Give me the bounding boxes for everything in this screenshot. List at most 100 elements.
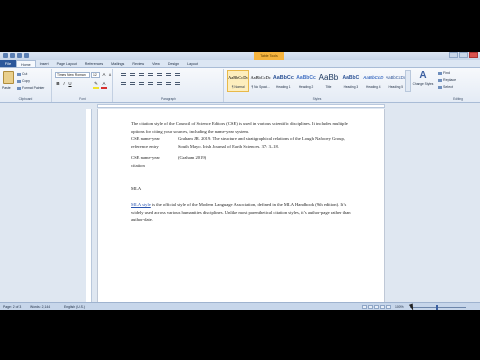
binoculars-icon xyxy=(438,71,442,75)
shrink-font-icon[interactable]: A xyxy=(107,72,113,78)
tab-page-layout[interactable]: Page Layout xyxy=(53,60,81,67)
group-label: Editing xyxy=(453,97,463,101)
select-icon xyxy=(438,85,442,89)
window-controls xyxy=(449,52,478,58)
ribbon: Paste Cut Copy Format Painter Clipboard … xyxy=(0,68,480,103)
style-heading-5[interactable]: AaBbCcDc Heading 5 xyxy=(385,70,407,92)
style-no-spacing[interactable]: AaBbCcDc ¶ No Spaci... xyxy=(249,70,271,92)
style-normal[interactable]: AaBbCcDc ¶ Normal xyxy=(227,70,250,92)
paste-icon[interactable] xyxy=(3,71,14,84)
outline-icon[interactable] xyxy=(380,305,385,309)
bullets-icon[interactable] xyxy=(120,72,127,78)
vertical-ruler xyxy=(86,109,92,310)
full-screen-icon[interactable] xyxy=(368,305,373,309)
mla-style-link[interactable]: MLA style xyxy=(131,202,151,207)
tab-review[interactable]: Review xyxy=(128,60,148,67)
undo-icon[interactable] xyxy=(17,53,22,58)
style-heading-1[interactable]: AaBbCc Heading 1 xyxy=(272,70,295,92)
styles-more-button[interactable] xyxy=(405,70,411,92)
font-name-combo[interactable]: Times New Roman xyxy=(55,72,90,78)
zoom-slider-thumb[interactable] xyxy=(436,304,438,310)
context-tab-table-tools: Table Tools xyxy=(254,52,284,60)
tab-view[interactable]: View xyxy=(148,60,164,67)
table-row: CSE name-year citation (Graham 2019) xyxy=(129,152,351,171)
minimize-button[interactable] xyxy=(449,52,458,58)
tab-home[interactable]: Home xyxy=(16,60,36,67)
font-group: Times New Roman 12 A A B I U ✎ A Font xyxy=(53,69,113,102)
group-label: Styles xyxy=(312,97,322,101)
document-page[interactable]: The citation style of the Council of Sci… xyxy=(97,109,385,310)
numbering-icon[interactable] xyxy=(129,72,136,78)
table-cell[interactable]: CSE name-year reference entry xyxy=(129,133,176,152)
web-layout-icon[interactable] xyxy=(374,305,379,309)
line-spacing-icon[interactable] xyxy=(156,81,163,87)
replace-button[interactable]: Replace xyxy=(438,78,456,82)
table-row: CSE name-year reference entry Graham JR.… xyxy=(129,133,351,152)
mla-paragraph[interactable]: MLA style is the official style of the M… xyxy=(131,201,351,224)
mla-heading[interactable]: MLA xyxy=(131,185,141,193)
cse-table[interactable]: CSE name-year reference entry Graham JR.… xyxy=(129,133,351,171)
group-label: Clipboard xyxy=(18,97,33,101)
tab-file[interactable]: File xyxy=(0,60,16,67)
multilevel-list-icon[interactable] xyxy=(138,72,145,78)
align-right-icon[interactable] xyxy=(138,81,145,87)
highlight-color-swatch xyxy=(93,87,99,89)
shading-icon[interactable] xyxy=(165,81,172,87)
cut-button[interactable]: Cut xyxy=(17,72,27,76)
replace-icon xyxy=(438,78,442,82)
copy-button[interactable]: Copy xyxy=(17,79,30,83)
paste-button[interactable]: Paste xyxy=(2,86,11,90)
zoom-level[interactable]: 100% xyxy=(395,305,404,309)
borders-icon[interactable] xyxy=(174,81,181,87)
table-cell[interactable]: (Graham 2019) xyxy=(176,152,351,171)
close-button[interactable] xyxy=(469,52,478,58)
table-cell[interactable]: CSE name-year citation xyxy=(129,152,176,171)
justify-icon[interactable] xyxy=(147,81,154,87)
group-label: Font xyxy=(79,97,86,101)
group-label: Paragraph xyxy=(161,97,176,101)
style-heading-2[interactable]: AaBbCc Heading 2 xyxy=(295,70,317,92)
tab-mailings[interactable]: Mailings xyxy=(107,60,128,67)
styles-gallery: AaBbCcDc ¶ Normal AaBbCcDc ¶ No Spaci...… xyxy=(227,70,407,94)
style-title[interactable]: AaBb Title xyxy=(317,70,339,92)
page-count[interactable]: Page: 2 of 3 xyxy=(3,305,21,309)
tab-design[interactable]: Design xyxy=(164,60,183,67)
tab-insert[interactable]: Insert xyxy=(36,60,53,67)
style-heading-3[interactable]: AaBbC Heading 3 xyxy=(340,70,362,92)
brush-icon xyxy=(17,86,21,90)
maximize-button[interactable] xyxy=(459,52,468,58)
zoom-slider[interactable] xyxy=(410,306,466,308)
status-bar: Page: 2 of 3 Words: 2,144 English (U.S.)… xyxy=(0,302,480,310)
print-layout-icon[interactable] xyxy=(362,305,367,309)
font-color-swatch xyxy=(101,87,107,89)
table-cell[interactable]: Graham JR. 2019. The structure and strat… xyxy=(176,133,351,152)
change-styles-button[interactable]: A Change Styles xyxy=(412,70,434,94)
align-center-icon[interactable] xyxy=(129,81,136,87)
show-marks-icon[interactable] xyxy=(174,72,181,78)
word-count[interactable]: Words: 2,144 xyxy=(30,305,50,309)
decrease-indent-icon[interactable] xyxy=(147,72,154,78)
font-size-combo[interactable]: 12 xyxy=(91,72,100,78)
increase-indent-icon[interactable] xyxy=(156,72,163,78)
ribbon-tabs: File Home Insert Page Layout References … xyxy=(0,60,480,68)
tab-layout[interactable]: Layout xyxy=(183,60,202,67)
change-styles-icon: A xyxy=(419,70,427,81)
style-heading-4[interactable]: AaBbCcD Heading 4 xyxy=(362,70,384,92)
select-button[interactable]: Select xyxy=(438,85,453,89)
paragraph-group: Paragraph xyxy=(114,69,224,102)
align-left-icon[interactable] xyxy=(120,81,127,87)
scissors-icon xyxy=(17,72,21,76)
screen: Table Tools File Home Insert Page Layout… xyxy=(0,0,480,360)
word-window: Table Tools File Home Insert Page Layout… xyxy=(0,52,480,310)
tab-references[interactable]: References xyxy=(81,60,107,67)
format-painter-button[interactable]: Format Painter xyxy=(17,86,44,90)
mla-paragraph-text: is the official style of the Modern Lang… xyxy=(131,202,351,222)
save-icon[interactable] xyxy=(10,53,15,58)
language-indicator[interactable]: English (U.S.) xyxy=(64,305,85,309)
find-button[interactable]: Find xyxy=(438,71,450,75)
underline-button[interactable]: U xyxy=(67,81,73,87)
sort-icon[interactable] xyxy=(165,72,172,78)
redo-icon[interactable] xyxy=(24,53,29,58)
draft-icon[interactable] xyxy=(386,305,391,309)
ruler-track[interactable] xyxy=(97,104,385,108)
